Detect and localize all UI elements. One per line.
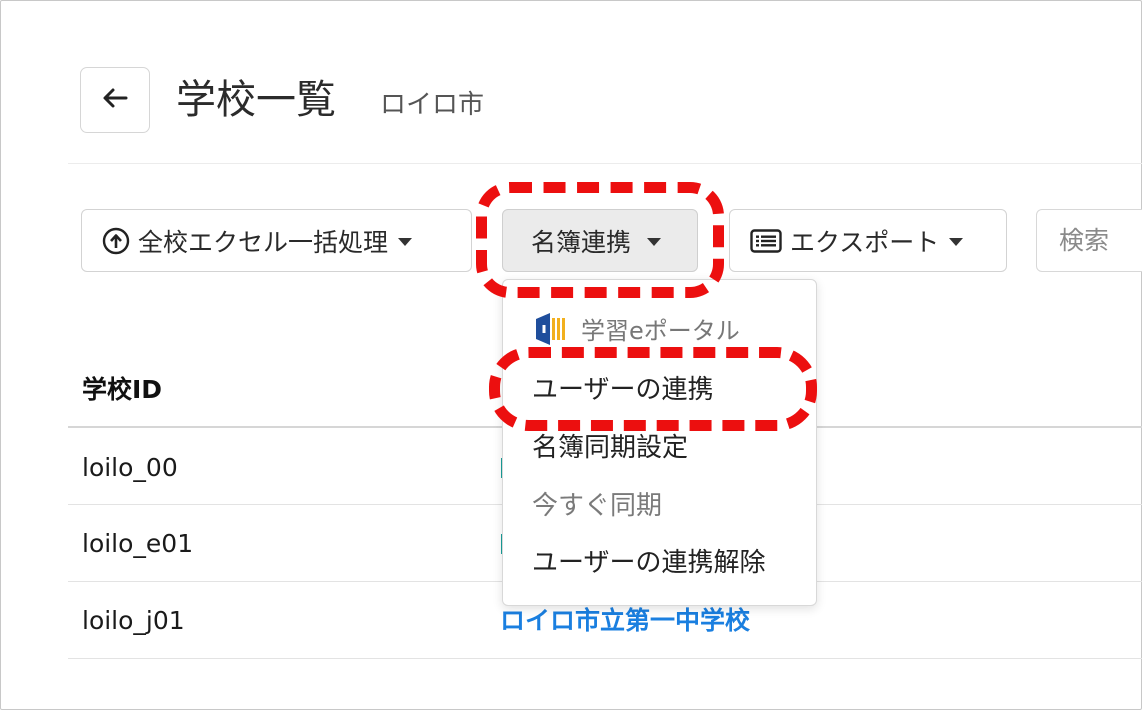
arrow-left-icon (102, 87, 128, 113)
chevron-down-icon (398, 237, 413, 246)
row-divider (68, 658, 1142, 659)
header-divider (68, 163, 1142, 164)
column-header-school-id: 学校ID (82, 375, 163, 404)
search-placeholder: 検索 (1059, 226, 1110, 255)
roster-link-dropdown: 学習eポータル ユーザーの連携 名簿同期設定 今すぐ同期 ユーザーの連携解除 (502, 279, 817, 606)
dropdown-section-label: 学習eポータル (581, 317, 740, 345)
school-name-link[interactable]: ロイロ市立第一中学校 (500, 603, 750, 639)
export-button[interactable]: エクスポート (729, 209, 1007, 272)
page-title: 学校一覧 (176, 77, 336, 123)
menu-item-unlink-users[interactable]: ユーザーの連携解除 (532, 545, 765, 581)
search-input[interactable]: 検索 (1036, 209, 1142, 272)
list-icon (750, 228, 782, 253)
chevron-down-icon (647, 237, 662, 246)
menu-item-sync-now: 今すぐ同期 (532, 491, 663, 521)
export-label: エクスポート (790, 227, 940, 257)
menu-item-link-users[interactable]: ユーザーの連携 (532, 372, 713, 408)
upload-circle-icon (102, 227, 130, 255)
table-cell-school-id: loilo_00 (82, 453, 178, 482)
bulk-excel-button[interactable]: 全校エクセル一括処理 (81, 209, 472, 272)
table-cell-school-id: loilo_e01 (82, 529, 194, 558)
roster-link-button[interactable]: 名簿連携 (502, 209, 698, 272)
menu-item-roster-sync-settings[interactable]: 名簿同期設定 (532, 430, 688, 466)
chevron-down-icon (949, 237, 964, 246)
portal-logo-icon (533, 312, 567, 346)
table-cell-school-id: loilo_j01 (82, 606, 185, 635)
back-button[interactable] (80, 67, 150, 133)
page-subtitle: ロイロ市 (380, 90, 485, 120)
roster-link-label: 名簿連携 (531, 227, 632, 257)
dropdown-section-header: 学習eポータル (533, 311, 740, 346)
bulk-excel-label: 全校エクセル一括処理 (138, 227, 389, 257)
